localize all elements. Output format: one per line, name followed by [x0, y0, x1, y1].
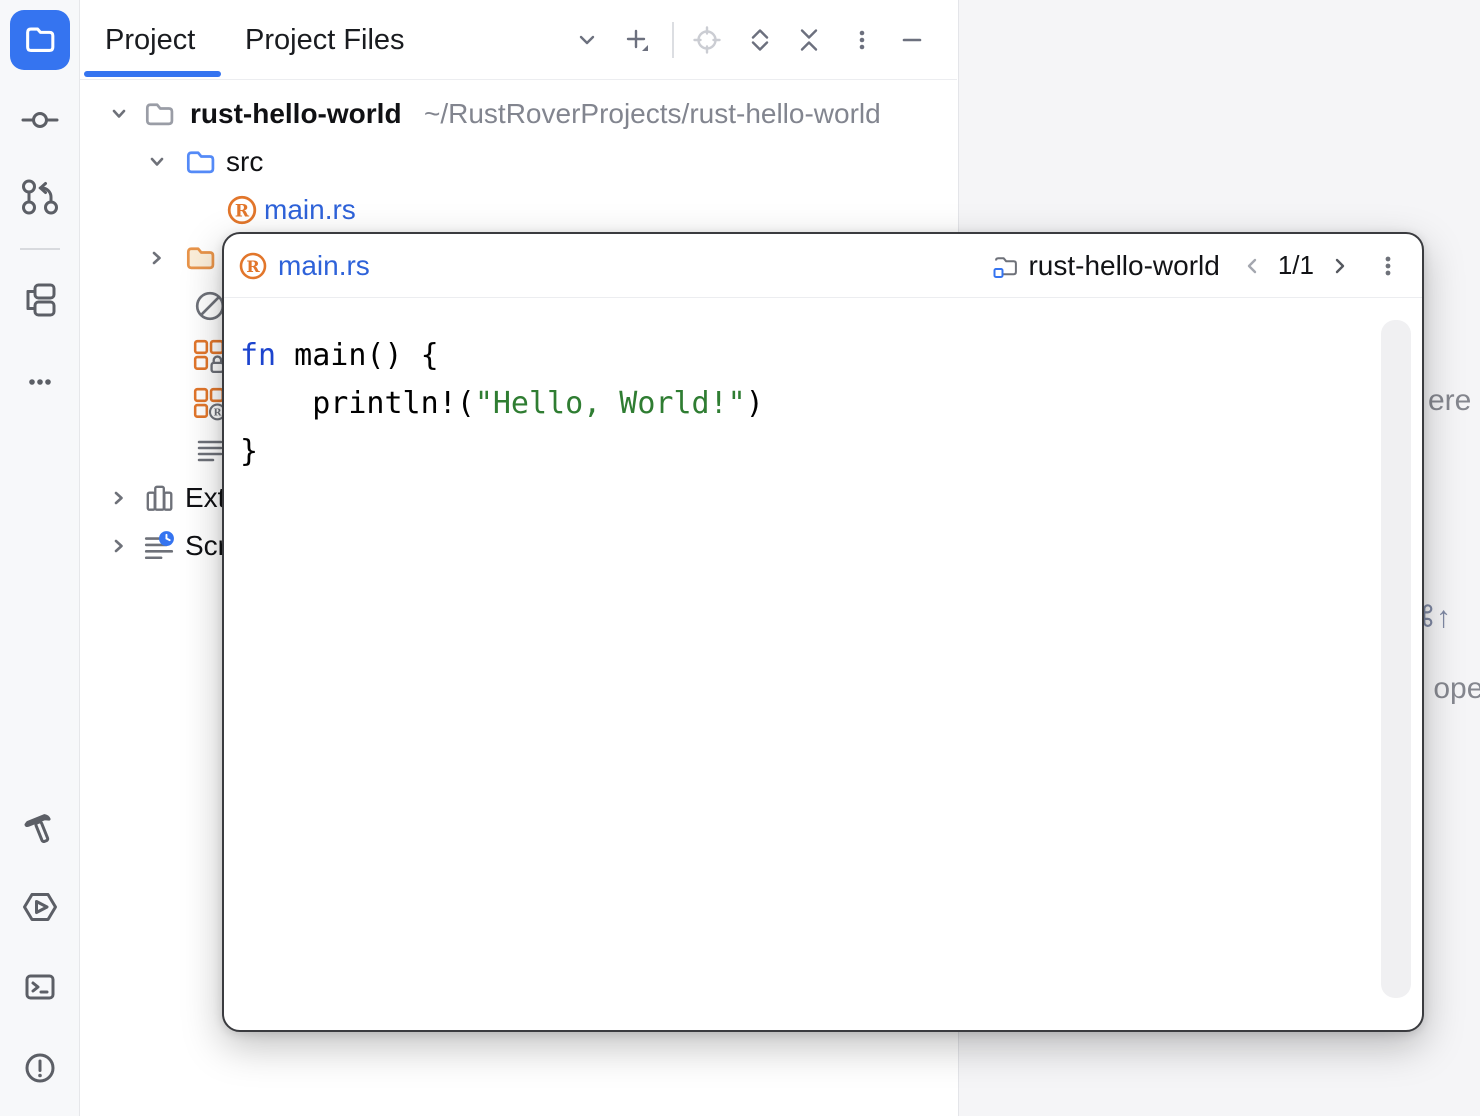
src-name: src	[226, 138, 263, 186]
folder-excluded-icon	[184, 242, 216, 274]
expand-all-icon[interactable]	[744, 24, 776, 56]
problems-icon[interactable]	[20, 1048, 60, 1088]
code-text: main() {	[276, 338, 439, 373]
locate-icon	[691, 24, 723, 56]
rust-file-icon: R	[226, 194, 258, 226]
toolbar-divider	[672, 22, 674, 58]
svg-text:R: R	[213, 408, 221, 419]
root-name: rust-hello-world	[190, 90, 402, 138]
hide-panel-icon[interactable]	[896, 24, 928, 56]
folder-icon	[21, 21, 59, 59]
scratches-icon	[143, 530, 175, 562]
main-rs-name: main.rs	[264, 186, 356, 234]
svg-text:R: R	[235, 201, 250, 221]
scrollbar-track[interactable]	[1381, 320, 1411, 998]
stripe-divider	[20, 248, 60, 250]
pull-requests-icon[interactable]	[20, 177, 60, 217]
collapse-all-icon[interactable]	[793, 24, 825, 56]
chevron-left-icon[interactable]	[1242, 255, 1264, 277]
code-string: "Hello, World!"	[475, 386, 746, 421]
active-tab-underline	[84, 71, 221, 77]
tree-item-root[interactable]: rust-hello-world ~/RustRoverProjects/rus…	[0, 90, 958, 138]
file-preview-popup: R main.rs rust-hello-world 1/1 fn main()…	[222, 232, 1424, 1032]
run-icon[interactable]	[20, 887, 60, 927]
svg-text:R: R	[246, 257, 260, 276]
popup-nav-position: 1/1	[1278, 250, 1314, 281]
kebab-menu-icon[interactable]	[1374, 252, 1402, 280]
code-text: }	[240, 434, 258, 469]
chevron-down-icon[interactable]	[571, 24, 603, 56]
popup-module-name: rust-hello-world	[1028, 250, 1219, 282]
build-icon[interactable]	[20, 808, 60, 848]
more-tool-windows-icon[interactable]	[20, 362, 60, 402]
library-icon	[143, 482, 175, 514]
commit-icon[interactable]	[20, 100, 60, 140]
add-icon[interactable]	[621, 24, 653, 56]
chevron-collapsed-icon[interactable]	[108, 487, 130, 509]
code-keyword: fn	[240, 338, 276, 373]
folder-src-icon	[184, 146, 216, 178]
popup-file-name[interactable]: main.rs	[278, 250, 370, 282]
popup-header: R main.rs rust-hello-world 1/1	[224, 234, 1422, 298]
structure-icon[interactable]	[20, 280, 60, 320]
chevron-right-icon[interactable]	[1328, 255, 1350, 277]
chevron-expanded-icon[interactable]	[108, 103, 130, 125]
tree-item-src[interactable]: src	[0, 138, 958, 186]
rust-file-icon: R	[238, 251, 268, 281]
kebab-menu-icon[interactable]	[846, 24, 878, 56]
code-text: println!(	[240, 386, 475, 421]
tree-item-main-rs[interactable]: R main.rs	[0, 186, 958, 234]
chevron-collapsed-icon[interactable]	[108, 535, 130, 557]
project-tool-window-button[interactable]	[10, 10, 70, 70]
project-panel-header: Project Project Files	[80, 0, 957, 80]
tool-window-stripe	[0, 0, 80, 1116]
chevron-expanded-icon[interactable]	[146, 151, 168, 173]
root-path: ~/RustRoverProjects/rust-hello-world	[424, 90, 881, 138]
editor-hint-fragment: ere D	[1428, 384, 1480, 418]
code-preview[interactable]: fn main() { println!("Hello, World!")}	[224, 298, 764, 476]
terminal-icon[interactable]	[20, 967, 60, 1007]
tab-project-files[interactable]: Project Files	[245, 24, 405, 57]
code-text: )	[746, 386, 764, 421]
module-icon	[992, 252, 1020, 280]
text-file-icon	[195, 434, 225, 464]
chevron-collapsed-icon[interactable]	[146, 247, 168, 269]
folder-icon	[143, 98, 175, 130]
tab-project[interactable]: Project	[105, 24, 195, 57]
